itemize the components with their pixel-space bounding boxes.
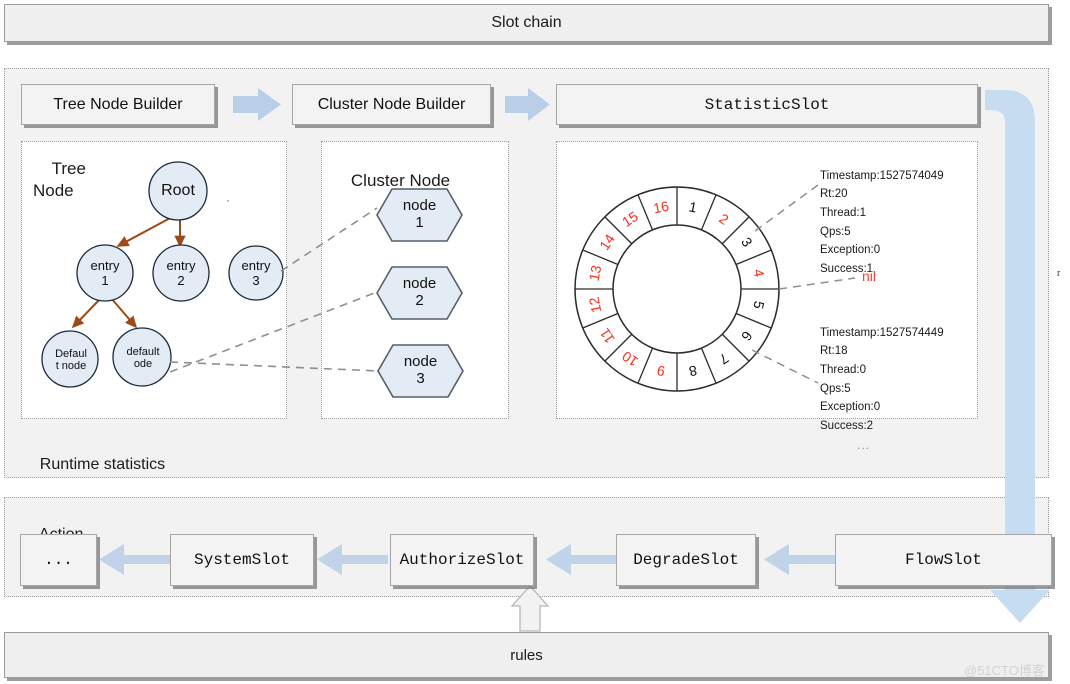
diagram-canvas: Slot chain rules Tree Node Builder Clust… bbox=[0, 0, 1070, 684]
action-slot-flow[interactable]: FlowSlot bbox=[835, 534, 1052, 586]
tree-node-entry3-label: entry 3 bbox=[241, 258, 271, 288]
cluster-node-1-label: node 1 bbox=[402, 197, 437, 231]
runtime-statistics-label: Runtime statistics bbox=[39, 456, 166, 473]
pipeline-step-label: StatisticSlot bbox=[704, 95, 830, 114]
tree-stray-dot: · bbox=[226, 193, 230, 207]
cluster-node-3-label: node 3 bbox=[403, 353, 438, 387]
watermark: @51CTO博客 bbox=[964, 663, 1045, 678]
pipeline-step-label: Cluster Node Builder bbox=[317, 95, 466, 113]
action-slot-label: FlowSlot bbox=[905, 551, 982, 569]
action-slot-label: DegradeSlot bbox=[633, 551, 739, 569]
stray-r-glyph: r bbox=[1057, 268, 1061, 279]
rules-bar: rules bbox=[4, 632, 1049, 678]
tree-node-entry1-label: entry 1 bbox=[90, 258, 120, 288]
slot-chain-title-bar: Slot chain bbox=[4, 4, 1049, 42]
statistic-ellipsis: ... bbox=[857, 438, 871, 452]
action-slot-label: AuthorizeSlot bbox=[399, 551, 525, 569]
tree-node-title-text: Tree Node bbox=[33, 159, 86, 201]
bucket-stats-top: Timestamp:1527574049 Rt:20 Thread:1 Qps:… bbox=[820, 169, 944, 275]
cluster-node-title-text: Cluster Node bbox=[350, 171, 451, 190]
cluster-node-2-label: node 2 bbox=[402, 275, 437, 309]
action-slot-system[interactable]: SystemSlot bbox=[170, 534, 314, 586]
action-slot-label: SystemSlot bbox=[193, 551, 290, 569]
pipeline-step-label: Tree Node Builder bbox=[53, 95, 183, 113]
pipeline-step-tree-node-builder[interactable]: Tree Node Builder bbox=[21, 84, 215, 125]
action-slot-label: ... bbox=[44, 551, 73, 569]
bucket-stats-bottom: Timestamp:1527574449 Rt:18 Thread:0 Qps:… bbox=[820, 326, 944, 432]
action-slot-ellipsis[interactable]: ... bbox=[20, 534, 97, 586]
tree-node-default1-label: Defaul t node bbox=[55, 347, 87, 372]
tree-node-entry2-label: entry 2 bbox=[166, 258, 196, 288]
nil-label: nil bbox=[862, 268, 877, 284]
action-slot-authorize[interactable]: AuthorizeSlot bbox=[390, 534, 534, 586]
pipeline-step-statistic-slot[interactable]: StatisticSlot bbox=[556, 84, 978, 125]
pipeline-step-cluster-node-builder[interactable]: Cluster Node Builder bbox=[292, 84, 491, 125]
action-slot-degrade[interactable]: DegradeSlot bbox=[616, 534, 756, 586]
tree-node-title: Tree Node bbox=[33, 136, 86, 224]
tree-node-default2-label: default ode bbox=[126, 345, 160, 370]
tree-node-root-label: Root bbox=[161, 182, 195, 200]
rules-label: rules bbox=[510, 646, 543, 664]
page-title: Slot chain bbox=[491, 14, 562, 31]
